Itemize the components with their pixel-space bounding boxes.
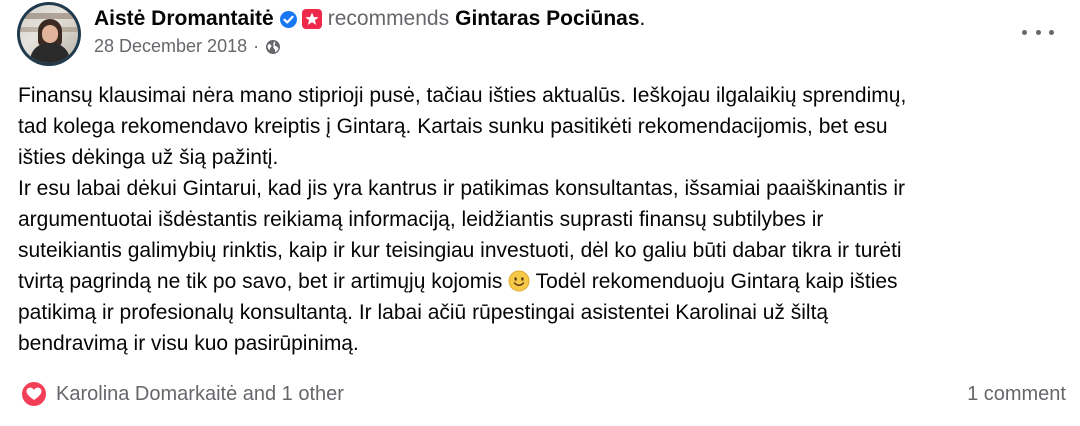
header-period: . [639, 7, 646, 30]
post-body: Finansų klausimai nėra mano stiprioji pu… [18, 80, 1068, 359]
post-text-part1: Finansų klausimai nėra mano stiprioji pu… [18, 84, 907, 293]
globe-icon[interactable] [265, 39, 281, 55]
meta-separator: · [253, 36, 260, 56]
author-name[interactable]: Aistė Dromantaitė [94, 7, 274, 31]
author-avatar[interactable] [17, 2, 81, 66]
star-recommendation-icon [301, 9, 322, 29]
recommends-label: recommends [327, 7, 450, 30]
post-date[interactable]: 28 December 2018 [94, 36, 247, 57]
more-options-icon[interactable] [1022, 22, 1054, 42]
post-footer: Karolina Domarkaitė and 1 other 1 commen… [22, 380, 1066, 408]
smiling-face-emoji [508, 270, 530, 292]
reactions-text[interactable]: Karolina Domarkaitė and 1 other [56, 383, 344, 406]
comments-count[interactable]: 1 comment [967, 383, 1066, 406]
reactions-summary[interactable]: Karolina Domarkaitė and 1 other [22, 382, 344, 406]
recommended-page-name[interactable]: Gintaras Pociūnas [455, 7, 639, 31]
post-header: Aistė Dromantaitė recommends Gintaras Po… [94, 5, 645, 33]
verified-badge-icon [279, 10, 297, 28]
post-meta: 28 December 2018 · [94, 36, 281, 57]
avatar-photo [20, 5, 78, 63]
love-reaction-icon [22, 382, 46, 406]
